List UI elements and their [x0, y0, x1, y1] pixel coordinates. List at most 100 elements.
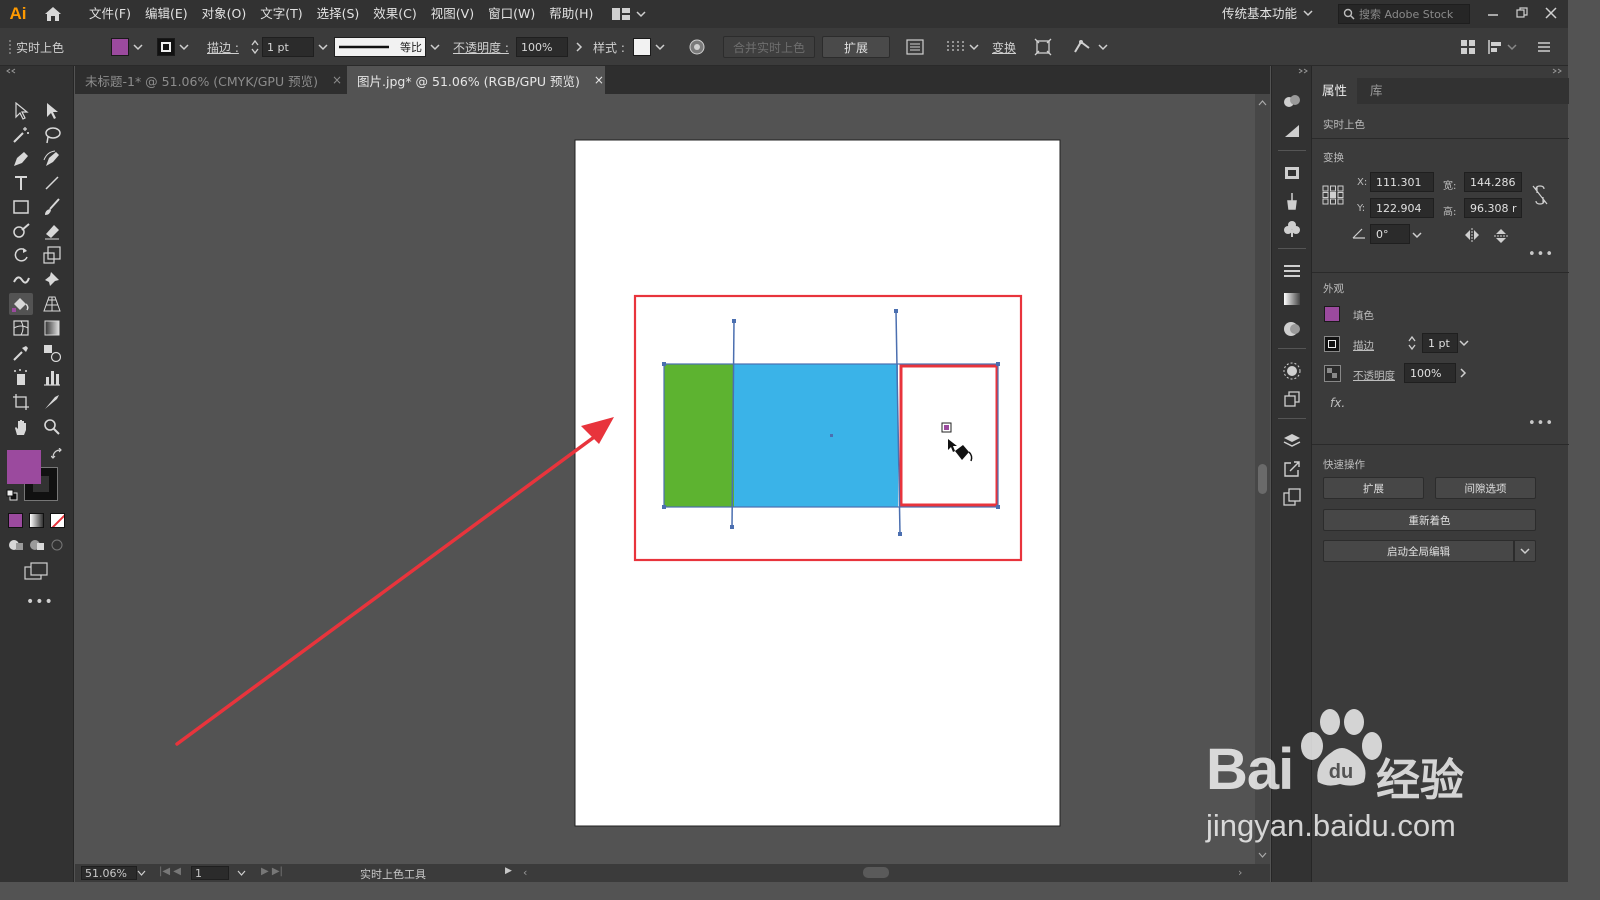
panel-menu-button[interactable] [1537, 28, 1551, 66]
strip-color-guide[interactable] [1281, 90, 1303, 112]
strip-brushes[interactable] [1281, 190, 1303, 212]
merge-live-paint-button[interactable]: 合并实时上色 [723, 36, 815, 58]
stroke-label[interactable]: 描边 : [207, 28, 239, 66]
tab-properties[interactable]: 属性 [1312, 78, 1358, 104]
gradient-mode-button[interactable] [29, 513, 44, 528]
menu-edit[interactable]: 编辑(E) [138, 0, 195, 28]
chevron-down-icon[interactable] [1412, 231, 1422, 239]
menu-view[interactable]: 视图(V) [424, 0, 481, 28]
artboard-number-field[interactable]: 1 [191, 866, 229, 880]
stepper-arrows-icon[interactable] [1407, 334, 1417, 352]
transform-more-icon[interactable]: ••• [1528, 247, 1554, 262]
opacity-label-link[interactable]: 不透明度 [1353, 368, 1395, 383]
perspective-grid-tool[interactable] [40, 293, 64, 315]
stroke-weight-field[interactable]: 1 pt [262, 37, 314, 57]
flip-vertical-icon[interactable] [1494, 228, 1508, 244]
close-tab-icon[interactable]: × [594, 73, 604, 87]
chevron-right-icon[interactable] [1459, 368, 1467, 378]
tab-libraries[interactable]: 库 [1360, 78, 1393, 104]
menu-object[interactable]: 对象(O) [195, 0, 254, 28]
stroke-label-link[interactable]: 描边 [1353, 338, 1374, 353]
strip-appearance[interactable] [1281, 360, 1303, 382]
artboard-tool[interactable] [9, 391, 33, 413]
close-tab-icon[interactable]: × [332, 73, 342, 87]
chevron-down-icon[interactable] [1303, 8, 1313, 18]
pen-tool[interactable] [9, 148, 33, 170]
puppet-warp-tool[interactable] [40, 268, 64, 290]
align-dropdown[interactable] [946, 28, 979, 66]
stroke-swatch[interactable] [157, 38, 175, 56]
rectangle-tool[interactable] [9, 196, 33, 218]
menu-help[interactable]: 帮助(H) [542, 0, 600, 28]
swap-colors-icon[interactable] [51, 448, 63, 460]
paintbrush-tool[interactable] [40, 196, 64, 218]
collapse-panel-icon[interactable] [1552, 68, 1562, 74]
edit-toolbar-icon[interactable]: ••• [26, 594, 54, 610]
strip-symbols[interactable] [1281, 218, 1303, 240]
strip-graphic-styles[interactable] [1281, 388, 1303, 410]
appearance-opacity-field[interactable]: 100% [1404, 363, 1456, 383]
default-colors-icon[interactable] [6, 489, 18, 501]
column-graph-tool[interactable] [40, 366, 64, 388]
draw-behind-icon[interactable] [29, 538, 45, 552]
x-field[interactable]: 111.301 [1370, 172, 1434, 192]
stroke-color-swatch[interactable] [24, 467, 58, 501]
scroll-right-icon[interactable]: › [1238, 866, 1242, 879]
scale-tool[interactable] [40, 244, 64, 266]
zoom-tool[interactable] [40, 416, 64, 438]
expand-button[interactable]: 扩展 [822, 36, 890, 58]
chevron-down-icon[interactable] [237, 870, 246, 876]
shaper-tool[interactable] [9, 220, 33, 242]
fill-swatch[interactable] [111, 38, 129, 56]
stroke-profile-dropdown[interactable]: 等比 [334, 28, 440, 66]
lasso-tool[interactable] [40, 124, 64, 146]
last-artboard-icon[interactable]: ▶ ▶| [261, 866, 283, 877]
status-menu-arrow-icon[interactable]: ▶ [505, 866, 512, 876]
menu-file[interactable]: 文件(F) [82, 0, 138, 28]
canvas-area[interactable] [75, 94, 1255, 864]
draw-normal-icon[interactable] [8, 538, 24, 552]
close-window-button[interactable] [1540, 2, 1562, 24]
blue-region[interactable] [734, 364, 898, 507]
gap-options-button[interactable]: 间隙选项 [1435, 477, 1536, 499]
live-paint-bucket-tool[interactable] [9, 293, 33, 315]
eraser-tool[interactable] [40, 220, 64, 242]
isolate-button[interactable] [1034, 28, 1052, 66]
constrain-proportions-icon[interactable] [1532, 185, 1548, 205]
none-mode-button[interactable] [50, 513, 65, 528]
reference-point-icon[interactable] [1322, 185, 1344, 205]
menu-type[interactable]: 文字(T) [253, 0, 309, 28]
menu-select[interactable]: 选择(S) [310, 0, 367, 28]
line-segment-tool[interactable] [40, 172, 64, 194]
workspace-switcher[interactable]: 传统基本功能 [1222, 0, 1297, 28]
opacity-control[interactable]: 100% [516, 28, 584, 66]
puppet-warp-dropdown[interactable] [1072, 28, 1108, 66]
zoom-field[interactable]: 51.06% [81, 866, 137, 880]
restore-button[interactable] [1511, 2, 1533, 24]
scrollbar-thumb[interactable] [1258, 464, 1267, 494]
blend-tool[interactable] [40, 342, 64, 364]
rotate-field[interactable]: 0° [1370, 224, 1410, 244]
recolor-button[interactable]: 重新着色 [1323, 509, 1536, 531]
scroll-left-icon[interactable]: ‹ [523, 866, 527, 879]
style-swatch[interactable] [633, 38, 651, 56]
minimize-button[interactable] [1482, 2, 1504, 24]
selection-tool[interactable] [9, 100, 33, 122]
height-field[interactable]: 96.308 r [1464, 198, 1522, 218]
chevron-down-icon[interactable] [1459, 339, 1469, 347]
strip-image-trace[interactable] [1281, 162, 1303, 184]
rotate-tool[interactable] [9, 244, 33, 266]
first-artboard-icon[interactable]: |◀ ◀ [159, 866, 181, 877]
draw-inside-icon[interactable] [50, 538, 64, 552]
strip-color[interactable] [1281, 120, 1303, 142]
appearance-stroke-weight-field[interactable]: 1 pt [1422, 333, 1458, 353]
strip-gradient[interactable] [1281, 288, 1303, 310]
magic-wand-tool[interactable] [9, 124, 33, 146]
width-field[interactable]: 144.286 [1464, 172, 1522, 192]
white-region[interactable] [898, 364, 998, 507]
tab-untitled-1[interactable]: 未标题-1* @ 51.06% (CMYK/GPU 预览) × [75, 66, 347, 94]
y-field[interactable]: 122.904 [1370, 198, 1434, 218]
arrange-button[interactable] [1460, 28, 1476, 66]
screen-mode-icon[interactable] [24, 562, 48, 580]
quick-expand-button[interactable]: 扩展 [1323, 477, 1424, 499]
